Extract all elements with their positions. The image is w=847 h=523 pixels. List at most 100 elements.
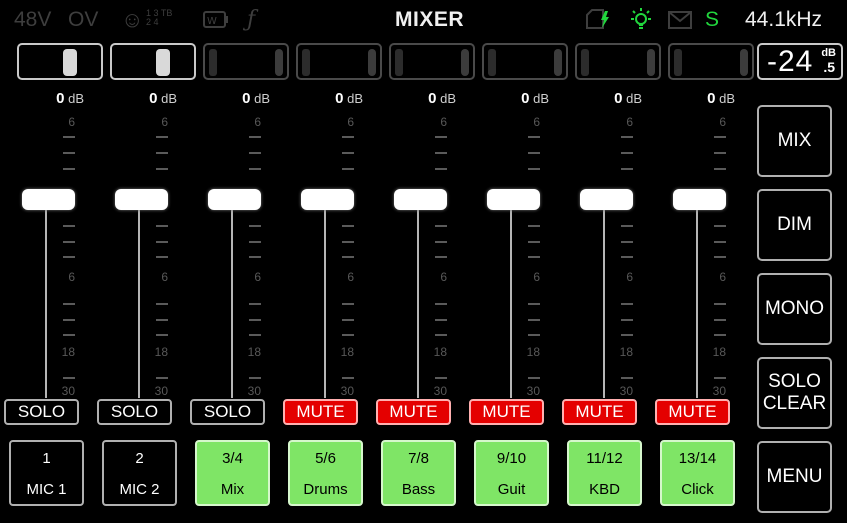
- fader-knob[interactable]: [580, 189, 633, 210]
- scale-tick: [342, 241, 354, 243]
- channel-select-button[interactable]: 1 MIC 1: [9, 440, 84, 506]
- master-level-value: -24: [767, 45, 814, 78]
- scale-tick: [528, 225, 540, 227]
- solo-button[interactable]: SOLO: [97, 399, 172, 425]
- mono-button[interactable]: MONO: [757, 273, 832, 345]
- scale-mark: 18: [619, 345, 633, 359]
- scale-tick: [528, 168, 540, 170]
- fader-knob[interactable]: [115, 189, 168, 210]
- scale-tick: [249, 303, 261, 305]
- scale-tick: [435, 319, 447, 321]
- scale-tick: [249, 136, 261, 138]
- scale-tick: [621, 377, 633, 379]
- channel-name: MIC 2: [119, 481, 160, 498]
- fader-knob[interactable]: [301, 189, 354, 210]
- solo-clear-button[interactable]: SOLO CLEAR: [757, 357, 832, 429]
- mute-button[interactable]: MUTE: [655, 399, 730, 425]
- scale-mark: 30: [712, 384, 726, 398]
- channel-select-button[interactable]: 7/8 Bass: [381, 440, 456, 506]
- channel-select-button[interactable]: 9/10 Guit: [474, 440, 549, 506]
- scale-tick: [342, 152, 354, 154]
- fader-scale: 6061830: [651, 88, 735, 398]
- channel-name: Mix: [220, 481, 245, 498]
- solo-button[interactable]: SOLO: [190, 399, 265, 425]
- fader-knob[interactable]: [394, 189, 447, 210]
- scale-mark: 6: [719, 270, 726, 284]
- channel-name: Drums: [303, 481, 348, 498]
- channel-select-button[interactable]: 2 MIC 2: [102, 440, 177, 506]
- level-meter-ch1: [17, 43, 103, 80]
- scale-tick: [621, 241, 633, 243]
- scale-tick: [435, 136, 447, 138]
- channel-strip: 0 dB6061830MUTE11/12KBD: [558, 88, 651, 523]
- scale-mark: 18: [433, 345, 447, 359]
- scale-tick: [435, 241, 447, 243]
- meter-bar-left: [209, 49, 217, 76]
- scale-tick: [435, 256, 447, 258]
- meter-thumb: [63, 49, 77, 76]
- scale-tick: [621, 319, 633, 321]
- scale-tick: [714, 168, 726, 170]
- scale-tick: [528, 136, 540, 138]
- mute-button[interactable]: MUTE: [283, 399, 358, 425]
- scale-tick: [342, 225, 354, 227]
- scale-tick: [621, 303, 633, 305]
- dim-button[interactable]: DIM: [757, 189, 832, 261]
- scale-tick: [156, 334, 168, 336]
- channel-select-button[interactable]: 13/14 Click: [660, 440, 735, 506]
- menu-button[interactable]: MENU: [757, 441, 832, 513]
- channel-strip: 0 dB6061830MUTE13/14Click: [651, 88, 744, 523]
- meter-thumb: [156, 49, 170, 76]
- channel-number: 7/8: [408, 450, 429, 467]
- page-title: MIXER: [395, 8, 465, 31]
- channel-number: 13/14: [678, 450, 717, 467]
- scale-tick: [435, 225, 447, 227]
- fader-knob[interactable]: [208, 189, 261, 210]
- scale-mark: 6: [440, 270, 447, 284]
- scale-tick: [63, 152, 75, 154]
- scale-tick: [528, 319, 540, 321]
- channel-name: Click: [681, 481, 714, 498]
- status-bar: 48V OV ☺ 1 3 TB 2 4 W ƒ MIXER S 44.1kHz: [0, 0, 847, 40]
- scale-tick: [63, 225, 75, 227]
- sync-indicator: S: [705, 8, 720, 31]
- sample-rate: 44.1kHz: [745, 8, 823, 31]
- fader-knob[interactable]: [22, 189, 75, 210]
- master-level-unit: dB: [821, 47, 836, 59]
- scale-mark: 18: [526, 345, 540, 359]
- mute-button[interactable]: MUTE: [376, 399, 451, 425]
- phantom-power-indicator: 48V: [14, 8, 52, 31]
- channel-select-button[interactable]: 11/12 KBD: [567, 440, 642, 506]
- fader-knob[interactable]: [487, 189, 540, 210]
- channel-strip: 0 dB6061830SOLO3/4Mix: [186, 88, 279, 523]
- fader-track: [603, 208, 605, 398]
- solo-button[interactable]: SOLO: [4, 399, 79, 425]
- channel-select-button[interactable]: 3/4 Mix: [195, 440, 270, 506]
- scale-tick: [435, 152, 447, 154]
- fader-scale: 6061830: [186, 88, 270, 398]
- scale-tick: [714, 256, 726, 258]
- scale-mark: 6: [440, 115, 447, 129]
- scale-mark: 18: [340, 345, 354, 359]
- mute-button[interactable]: MUTE: [469, 399, 544, 425]
- mix-button[interactable]: MIX: [757, 105, 832, 177]
- meter-bar-right: [461, 49, 469, 76]
- scale-tick: [714, 152, 726, 154]
- scale-tick: [528, 377, 540, 379]
- scale-tick: [342, 256, 354, 258]
- level-meter-ch3: [203, 43, 289, 80]
- fader-knob[interactable]: [673, 189, 726, 210]
- scale-tick: [249, 168, 261, 170]
- scale-tick: [621, 334, 633, 336]
- scale-tick: [156, 303, 168, 305]
- fader-scale: 6061830: [558, 88, 642, 398]
- scale-tick: [621, 225, 633, 227]
- mail-icon: [668, 11, 692, 29]
- scale-tick: [156, 136, 168, 138]
- channel-select-button[interactable]: 5/6 Drums: [288, 440, 363, 506]
- overload-indicator: OV: [68, 8, 99, 31]
- fader-track: [417, 208, 419, 398]
- scale-tick: [249, 152, 261, 154]
- mute-button[interactable]: MUTE: [562, 399, 637, 425]
- scale-mark: 18: [61, 345, 75, 359]
